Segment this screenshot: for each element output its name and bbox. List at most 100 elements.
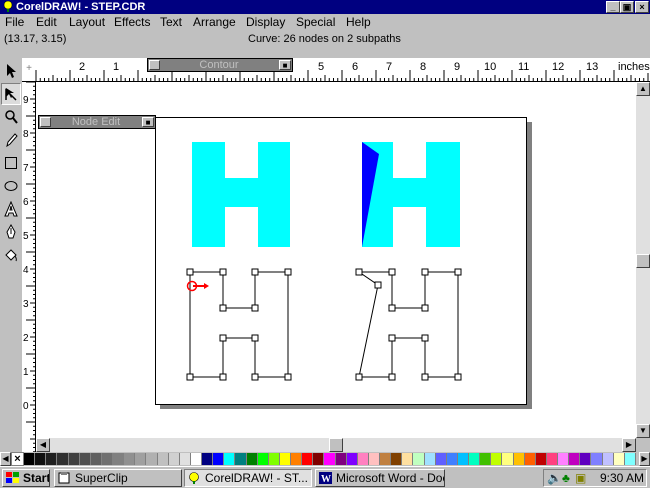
rollup-toggle-icon[interactable]: ■ — [279, 60, 291, 70]
rollup-toggle-icon[interactable]: ■ — [142, 117, 154, 127]
menu-display[interactable]: Display — [246, 14, 285, 31]
curve-node[interactable] — [421, 373, 429, 381]
color-swatch[interactable] — [569, 453, 581, 465]
curve-node[interactable] — [388, 334, 396, 342]
curve-node[interactable] — [421, 304, 429, 312]
curve-node[interactable] — [219, 334, 227, 342]
scroll-right-arrow-icon[interactable]: ▶ — [622, 438, 636, 452]
curve-node[interactable] — [374, 281, 382, 289]
drawing-canvas[interactable] — [36, 82, 636, 438]
curve-node[interactable] — [219, 373, 227, 381]
curve-node[interactable] — [388, 268, 396, 276]
curve-node[interactable] — [284, 268, 292, 276]
menu-layout[interactable]: Layout — [69, 14, 105, 31]
color-swatch[interactable] — [190, 453, 202, 465]
color-swatch[interactable] — [35, 453, 47, 465]
menu-text[interactable]: Text — [160, 14, 182, 31]
filled-h-shape[interactable] — [192, 142, 290, 247]
pencil-tool[interactable] — [1, 129, 21, 151]
taskbar-item-superclip[interactable]: SuperClip — [54, 469, 182, 487]
color-swatch[interactable] — [435, 453, 447, 465]
node-edit-rollup[interactable]: Node Edit ■ — [38, 115, 156, 129]
color-swatch[interactable] — [346, 453, 358, 465]
menu-edit[interactable]: Edit — [36, 14, 57, 31]
speaker-icon[interactable]: 🔈 — [547, 470, 562, 486]
color-swatch[interactable] — [457, 453, 469, 465]
tray-monitor-icon[interactable]: ▣ — [575, 470, 586, 486]
curve-node[interactable] — [219, 268, 227, 276]
menu-effects[interactable]: Effects — [114, 14, 150, 31]
color-swatch[interactable] — [491, 453, 503, 465]
rollup-menu-icon[interactable] — [149, 60, 160, 70]
color-swatch[interactable] — [246, 453, 258, 465]
ellipse-tool[interactable] — [1, 175, 21, 197]
no-fill-swatch[interactable]: × — [11, 452, 24, 466]
color-swatch[interactable] — [57, 453, 69, 465]
color-swatch[interactable] — [79, 453, 91, 465]
color-swatch[interactable] — [413, 453, 425, 465]
color-swatch[interactable] — [268, 453, 280, 465]
color-swatch[interactable] — [46, 453, 58, 465]
color-swatch[interactable] — [135, 453, 147, 465]
curve-node[interactable] — [251, 334, 259, 342]
menu-special[interactable]: Special — [296, 14, 335, 31]
title-bar[interactable]: CorelDRAW! - STEP.CDR _ ▣ × — [0, 0, 650, 14]
curve-node[interactable] — [421, 268, 429, 276]
color-swatch[interactable] — [546, 453, 558, 465]
color-swatch[interactable] — [558, 453, 570, 465]
color-swatch[interactable] — [313, 453, 325, 465]
ruler-origin-icon[interactable]: + — [22, 58, 36, 81]
color-swatch[interactable] — [580, 453, 592, 465]
color-swatch[interactable] — [302, 453, 314, 465]
color-swatch[interactable] — [480, 453, 492, 465]
scroll-up-arrow-icon[interactable]: ▲ — [636, 82, 650, 96]
color-swatch[interactable] — [602, 453, 614, 465]
menu-help[interactable]: Help — [346, 14, 371, 31]
color-swatch[interactable] — [224, 453, 236, 465]
color-swatch[interactable] — [380, 453, 392, 465]
curve-node[interactable] — [284, 373, 292, 381]
color-swatch[interactable] — [402, 453, 414, 465]
contour-rollup[interactable]: Contour ■ — [147, 58, 293, 72]
color-swatch[interactable] — [291, 453, 303, 465]
color-swatch[interactable] — [391, 453, 403, 465]
curve-node[interactable] — [355, 268, 363, 276]
zoom-tool[interactable] — [1, 106, 21, 128]
fill-tool[interactable] — [1, 244, 21, 266]
color-swatch[interactable] — [591, 453, 603, 465]
shape-tool[interactable] — [1, 83, 21, 105]
color-swatch[interactable] — [368, 453, 380, 465]
color-swatch[interactable] — [168, 453, 180, 465]
curve-node[interactable] — [388, 304, 396, 312]
text-tool[interactable] — [1, 198, 21, 220]
color-swatch[interactable] — [213, 453, 225, 465]
color-swatch[interactable] — [324, 453, 336, 465]
vertical-scroll-thumb[interactable] — [636, 254, 650, 268]
color-swatch[interactable] — [113, 453, 125, 465]
rectangle-tool[interactable] — [1, 152, 21, 174]
clock[interactable]: 9:30 AM — [600, 470, 644, 486]
curve-node[interactable] — [186, 268, 194, 276]
color-swatch[interactable] — [202, 453, 214, 465]
curve-node[interactable] — [355, 373, 363, 381]
curve-node[interactable] — [251, 268, 259, 276]
color-swatch[interactable] — [624, 453, 636, 465]
palette-scroll-right-icon[interactable]: ▶ — [639, 452, 650, 466]
close-button[interactable]: × — [635, 1, 649, 13]
color-swatch[interactable] — [179, 453, 191, 465]
color-swatch[interactable] — [613, 453, 625, 465]
curve-node[interactable] — [421, 334, 429, 342]
color-swatch[interactable] — [502, 453, 514, 465]
start-button[interactable]: Start — [2, 469, 50, 487]
color-swatch[interactable] — [157, 453, 169, 465]
color-swatch[interactable] — [90, 453, 102, 465]
color-swatch[interactable] — [424, 453, 436, 465]
taskbar-item-coreldraw[interactable]: CorelDRAW! - ST... — [184, 469, 312, 487]
curve-node[interactable] — [186, 373, 194, 381]
color-swatch[interactable] — [469, 453, 481, 465]
rollup-menu-icon[interactable] — [40, 117, 51, 127]
color-swatch[interactable] — [68, 453, 80, 465]
color-swatch[interactable] — [513, 453, 525, 465]
scroll-down-arrow-icon[interactable]: ▼ — [636, 424, 650, 438]
palette-scroll-left-icon[interactable]: ◀ — [0, 452, 11, 466]
